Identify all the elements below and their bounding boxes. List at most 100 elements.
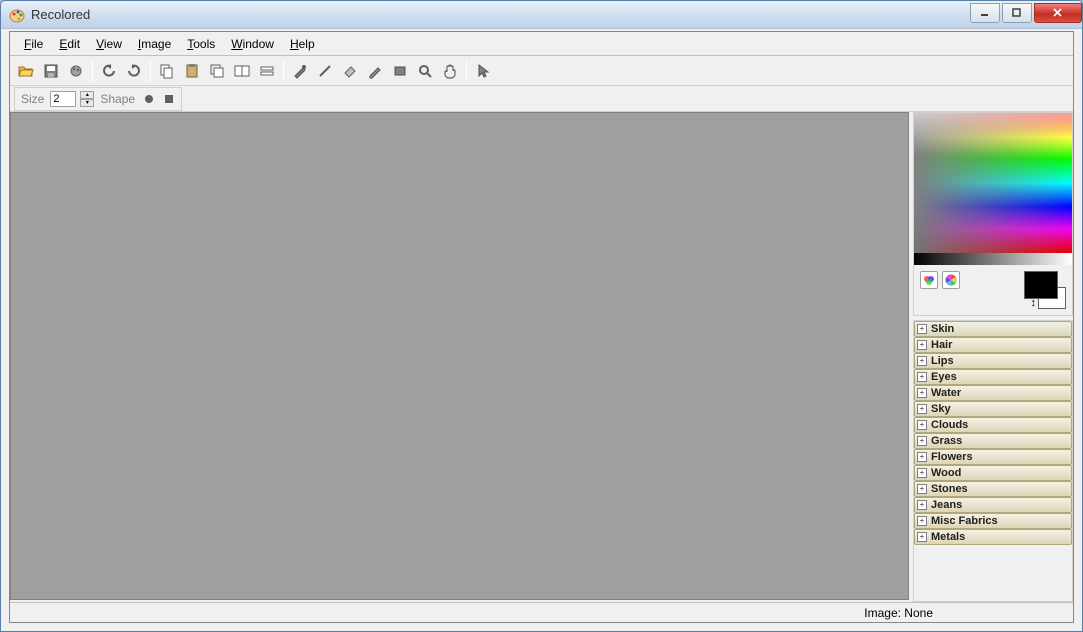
paste-icon[interactable] xyxy=(180,59,204,83)
open-icon[interactable] xyxy=(14,59,38,83)
palette-item-misc-fabrics[interactable]: + Misc Fabrics xyxy=(914,513,1072,529)
palette-label: Hair xyxy=(931,339,952,351)
app-icon xyxy=(9,7,25,23)
save-icon[interactable] xyxy=(39,59,63,83)
expand-icon[interactable]: + xyxy=(917,484,927,494)
shape-circle-button[interactable] xyxy=(141,91,157,107)
palette-label: Skin xyxy=(931,323,954,335)
palette-label: Clouds xyxy=(931,419,968,431)
stack3-icon[interactable] xyxy=(255,59,279,83)
menubar: FileEditViewImageToolsWindowHelp xyxy=(10,32,1073,56)
color-field[interactable] xyxy=(914,113,1072,253)
palette-label: Sky xyxy=(931,403,951,415)
palette-label: Stones xyxy=(931,483,968,495)
palette-label: Wood xyxy=(931,467,961,479)
swap-colors-icon[interactable]: ↕ xyxy=(1031,297,1037,309)
palette-label: Lips xyxy=(931,355,954,367)
right-panel: ↕ +Skin+Hair+Lips+Eyes+Water+Sky+Clouds+… xyxy=(911,112,1073,602)
palette-item-lips[interactable]: + Lips xyxy=(914,353,1072,369)
palette-item-metals[interactable]: + Metals xyxy=(914,529,1072,545)
size-spinner[interactable]: ▴ ▾ xyxy=(80,91,94,107)
palette-item-eyes[interactable]: + Eyes xyxy=(914,369,1072,385)
undo-icon[interactable] xyxy=(97,59,121,83)
expand-icon[interactable]: + xyxy=(917,500,927,510)
palette-list: + Skin + Hair + Lips + Eyes + Water + Sky + Clouds + Gr… xyxy=(913,320,1073,602)
menu-view[interactable]: View xyxy=(88,34,130,54)
palette-label: Misc Fabrics xyxy=(931,515,998,527)
minimize-button[interactable] xyxy=(970,3,1000,23)
palette-label: Metals xyxy=(931,531,965,543)
palette-item-water[interactable]: + Water xyxy=(914,385,1072,401)
shape-square-button[interactable] xyxy=(161,91,177,107)
shape-label: Shape xyxy=(100,92,135,106)
palette-item-flowers[interactable]: + Flowers xyxy=(914,449,1072,465)
menu-image[interactable]: Image xyxy=(130,34,179,54)
palette-item-jeans[interactable]: + Jeans xyxy=(914,497,1072,513)
eraser-icon[interactable] xyxy=(338,59,362,83)
palette-label: Jeans xyxy=(931,499,962,511)
grayscale-strip[interactable] xyxy=(914,253,1072,265)
swatch-row: ↕ xyxy=(914,265,1072,315)
copy-icon[interactable] xyxy=(155,59,179,83)
palette-item-hair[interactable]: + Hair xyxy=(914,337,1072,353)
options-bar: Size ▴ ▾ Shape xyxy=(10,86,1073,112)
workspace: ↕ +Skin+Hair+Lips+Eyes+Water+Sky+Clouds+… xyxy=(10,112,1073,602)
menu-window[interactable]: Window xyxy=(223,34,282,54)
menu-file[interactable]: File xyxy=(16,34,51,54)
zoom-icon[interactable] xyxy=(413,59,437,83)
expand-icon[interactable]: + xyxy=(917,404,927,414)
color-wheel-button[interactable] xyxy=(942,271,960,289)
redo-icon[interactable] xyxy=(122,59,146,83)
rect-icon[interactable] xyxy=(388,59,412,83)
expand-icon[interactable]: + xyxy=(917,452,927,462)
spinner-down[interactable]: ▾ xyxy=(80,99,94,107)
app-window: Recolored FileEditViewImageToolsWindowHe… xyxy=(0,0,1083,632)
menu-tools[interactable]: Tools xyxy=(179,34,223,54)
expand-icon[interactable]: + xyxy=(917,516,927,526)
expand-icon[interactable]: + xyxy=(917,340,927,350)
foreground-swatch[interactable] xyxy=(1024,271,1058,299)
size-input[interactable] xyxy=(50,91,76,107)
statusbar: Image: None xyxy=(10,602,1073,622)
client-area: FileEditViewImageToolsWindowHelp Size ▴ … xyxy=(9,31,1074,623)
color-picker-panel: ↕ xyxy=(913,112,1073,316)
close-button[interactable] xyxy=(1034,3,1082,23)
palette-item-grass[interactable]: + Grass xyxy=(914,433,1072,449)
expand-icon[interactable]: + xyxy=(917,356,927,366)
line-icon[interactable] xyxy=(313,59,337,83)
palette-label: Grass xyxy=(931,435,962,447)
expand-icon[interactable]: + xyxy=(917,468,927,478)
titlebar[interactable]: Recolored xyxy=(1,1,1082,29)
size-label: Size xyxy=(21,92,44,106)
palette-item-stones[interactable]: + Stones xyxy=(914,481,1072,497)
palette-label: Eyes xyxy=(931,371,957,383)
color-model-rgb-button[interactable] xyxy=(920,271,938,289)
expand-icon[interactable]: + xyxy=(917,372,927,382)
expand-icon[interactable]: + xyxy=(917,324,927,334)
expand-icon[interactable]: + xyxy=(917,388,927,398)
palette-item-wood[interactable]: + Wood xyxy=(914,465,1072,481)
brush-icon[interactable] xyxy=(288,59,312,83)
pencil-icon[interactable] xyxy=(363,59,387,83)
pointer-icon[interactable] xyxy=(471,59,495,83)
canvas-area[interactable] xyxy=(10,112,909,600)
toolbar xyxy=(10,56,1073,86)
palette-item-skin[interactable]: + Skin xyxy=(914,321,1072,337)
palette-label: Flowers xyxy=(931,451,973,463)
titlebar-text: Recolored xyxy=(31,7,968,22)
palette-item-sky[interactable]: + Sky xyxy=(914,401,1072,417)
palette-label: Water xyxy=(931,387,961,399)
maximize-button[interactable] xyxy=(1002,3,1032,23)
colorize-icon[interactable] xyxy=(64,59,88,83)
status-text: Image: None xyxy=(864,606,1063,620)
palette-item-clouds[interactable]: + Clouds xyxy=(914,417,1072,433)
stack2-icon[interactable] xyxy=(230,59,254,83)
menu-edit[interactable]: Edit xyxy=(51,34,88,54)
expand-icon[interactable]: + xyxy=(917,532,927,542)
hand-icon[interactable] xyxy=(438,59,462,83)
expand-icon[interactable]: + xyxy=(917,436,927,446)
expand-icon[interactable]: + xyxy=(917,420,927,430)
menu-help[interactable]: Help xyxy=(282,34,323,54)
spinner-up[interactable]: ▴ xyxy=(80,91,94,99)
stack-icon[interactable] xyxy=(205,59,229,83)
